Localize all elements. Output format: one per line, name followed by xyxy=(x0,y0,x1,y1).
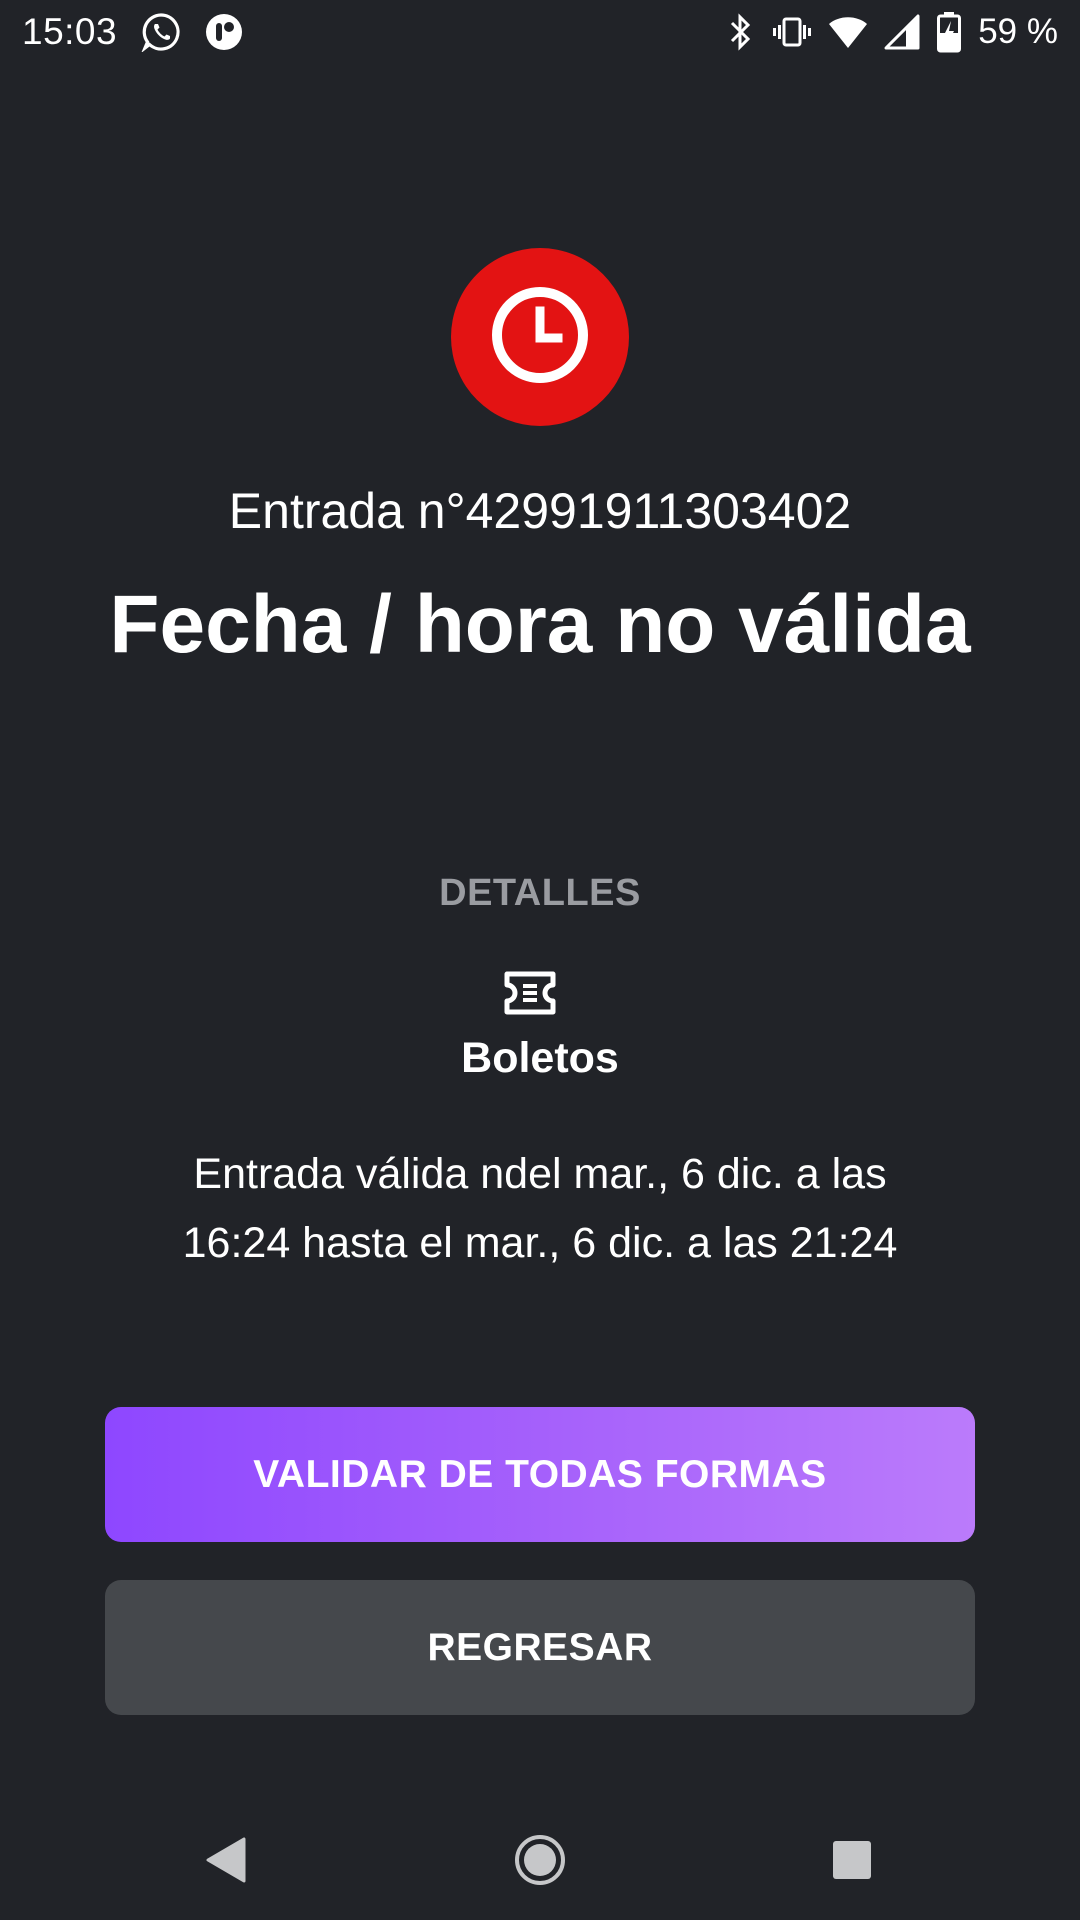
whatsapp-icon xyxy=(141,12,181,52)
status-bar-left: 15:03 xyxy=(22,8,243,56)
battery-percentage: 59 % xyxy=(978,12,1058,51)
screen: 15:03 59 % Entrada n°42991911303402 Fech… xyxy=(0,0,1080,1920)
details-heading: DETALLES xyxy=(439,872,641,914)
validate-anyway-button[interactable]: VALIDAR DE TODAS FORMAS xyxy=(105,1407,975,1542)
back-button[interactable]: REGRESAR xyxy=(105,1580,975,1715)
wifi-icon xyxy=(828,12,868,52)
result-title: Fecha / hora no válida xyxy=(109,579,971,670)
status-bar: 15:03 59 % xyxy=(0,0,1080,64)
navigation-bar xyxy=(0,1800,1080,1920)
validity-text: Entrada válida ndel mar., 6 dic. a las 1… xyxy=(100,1140,980,1278)
status-time: 15:03 xyxy=(22,11,118,52)
battery-charging-icon xyxy=(936,11,962,53)
validity-line-1: Entrada válida ndel mar., 6 dic. a las xyxy=(193,1150,887,1198)
invalid-time-status-badge xyxy=(451,248,629,426)
ticket-type: Boletos xyxy=(461,1034,619,1082)
home-circle-icon[interactable] xyxy=(512,1832,568,1888)
validity-line-2: 16:24 hasta el mar., 6 dic. a las 21:24 xyxy=(182,1219,898,1267)
vibrate-icon xyxy=(772,12,812,52)
app-notification-icon xyxy=(205,13,243,51)
recents-square-icon[interactable] xyxy=(824,1832,880,1888)
status-bar-right: 59 % xyxy=(726,8,1058,56)
signal-icon xyxy=(884,12,920,52)
back-triangle-icon[interactable] xyxy=(198,1832,254,1888)
ticket-number: Entrada n°42991911303402 xyxy=(228,483,852,539)
ticket-icon xyxy=(503,970,557,1016)
clock-icon xyxy=(490,285,590,390)
bluetooth-icon xyxy=(726,12,756,52)
